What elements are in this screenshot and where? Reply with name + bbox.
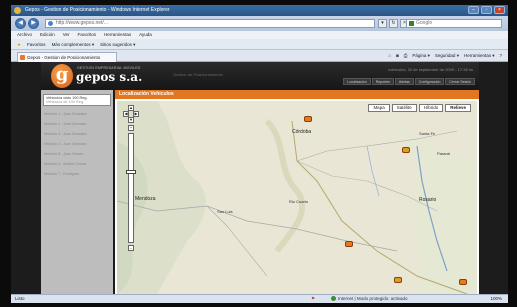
security-zone[interactable]: Internet | Modo protegido: activado	[331, 295, 407, 303]
forward-button[interactable]: ▶	[28, 18, 39, 29]
print-icon[interactable]: ⎙	[404, 51, 408, 61]
close-button[interactable]: ×	[494, 6, 505, 14]
menu-favoritos[interactable]: Favoritos	[78, 31, 97, 39]
header-date: miércoles, 30 de septiembre de 2009 - 17…	[388, 67, 473, 72]
home-icon[interactable]: ⌂	[388, 51, 391, 61]
page-content: g GESTION EMPRESARIAL MOVILES gepos s.a.…	[11, 62, 508, 294]
zoom-out-button[interactable]: –	[128, 245, 134, 251]
search-provider-icon	[409, 21, 414, 26]
favorites-star-icon: ★	[17, 42, 22, 47]
vehicle-list: Vehiculo 1 - Juan Gonzalez Vehiculo 2 - …	[44, 112, 110, 182]
browser-window: Gepos - Gestion de Posicionamiento - Win…	[11, 5, 508, 303]
vehicle-marker[interactable]	[304, 116, 312, 122]
map-panel: Localización Vehiculos Mapa Satélite Híb…	[115, 90, 479, 294]
list-item[interactable]: Vehiculo 4 - Juan Gonzalez	[44, 142, 110, 152]
command-bar: ⌂ ◙ ⎙ Página ▾ Seguridad ▾ Herramientas …	[388, 51, 502, 61]
favorites-item-sitios[interactable]: Sitios sugeridos ▾	[100, 39, 135, 49]
nav-alertas[interactable]: Alertas	[394, 78, 414, 85]
map-type-controls: Mapa Satélite Híbrido Relieve	[368, 104, 471, 112]
minimize-button[interactable]: –	[468, 6, 479, 14]
feeds-icon[interactable]: ◙	[396, 51, 399, 61]
map-type-mapa[interactable]: Mapa	[368, 104, 390, 112]
vehicle-marker[interactable]	[394, 277, 402, 283]
window-title: Gepos - Gestion de Posicionamiento - Win…	[25, 7, 170, 13]
list-item[interactable]: Vehiculo 7 - Rodriguez	[44, 172, 110, 182]
site-nav: Localización Reportes Alertas Configurac…	[343, 78, 475, 85]
nav-localizacion[interactable]: Localización	[343, 78, 371, 85]
pan-down-button[interactable]: ▼	[128, 117, 134, 123]
gepos-logo[interactable]: g	[51, 64, 73, 88]
city-label: Mendoza	[135, 196, 156, 202]
menu-edicion[interactable]: Edición	[40, 31, 55, 39]
logo-text: gepos s.a.	[76, 70, 143, 84]
cmd-pagina[interactable]: Página ▾	[412, 51, 430, 61]
map-title: Localización Vehiculos	[115, 90, 479, 99]
menu-ayuda[interactable]: Ayuda	[139, 31, 152, 39]
map-type-relieve[interactable]: Relieve	[445, 104, 471, 112]
map-type-satelite[interactable]: Satélite	[391, 104, 417, 112]
map-view[interactable]: Mapa Satélite Híbrido Relieve ▲ ◀ ▶ ▼ + …	[117, 101, 477, 294]
vehicle-marker[interactable]	[345, 241, 353, 247]
zoom-slider-thumb[interactable]	[126, 170, 136, 174]
city-label: Rio Cuarto	[289, 199, 309, 204]
vehicle-marker[interactable]	[402, 147, 410, 153]
status-text: Listo	[15, 296, 25, 301]
map-type-hibrido[interactable]: Híbrido	[418, 104, 444, 112]
tab-gepos[interactable]: Gepos - Gestion de Posicionamiento	[17, 52, 117, 62]
nav-reportes[interactable]: Reportes	[371, 78, 394, 85]
vehicle-sidebar: Vehiculos visto 100 Reg. Vehiculos de 10…	[41, 90, 113, 294]
zoom-in-button[interactable]: +	[128, 125, 134, 131]
list-item[interactable]: Vehiculo 2 - Jose Gonzalez	[44, 122, 110, 132]
warning-icon[interactable]: ⚑	[311, 295, 315, 303]
search-input[interactable]: Google	[406, 19, 502, 28]
city-label: Córdoba	[292, 129, 312, 135]
list-item[interactable]: Vehiculo 6 - Andres Gomez	[44, 162, 110, 172]
tab-bar: Gepos - Gestion de Posicionamiento ⌂ ◙ ⎙…	[11, 50, 508, 62]
city-label: Paraná	[437, 151, 450, 156]
favorites-item-complementos[interactable]: Más complementos ▾	[52, 39, 95, 49]
vehicle-marker[interactable]	[459, 279, 467, 285]
status-bar: Listo ⚑ Internet | Modo protegido: activ…	[11, 294, 508, 303]
window-titlebar: Gepos - Gestion de Posicionamiento - Win…	[11, 5, 508, 16]
vehicle-select[interactable]: Vehiculos visto 100 Reg. Vehiculos de 10…	[43, 94, 111, 106]
zoom-slider[interactable]	[128, 133, 134, 243]
zoom-level[interactable]: 100%	[490, 295, 502, 303]
city-label: Rosario	[419, 197, 437, 203]
help-icon[interactable]: ?	[499, 51, 502, 61]
list-item[interactable]: Vehiculo 3 - Juan Gonzalez	[44, 132, 110, 142]
maximize-button[interactable]: ▫	[481, 6, 492, 14]
ie-icon	[14, 7, 21, 14]
globe-icon	[331, 296, 336, 302]
favorites-bar: ★ Favoritos Más complementos ▾ Sitios su…	[11, 39, 508, 50]
refresh-icon[interactable]: ↻	[389, 19, 398, 28]
menu-archivo[interactable]: Archivo	[17, 31, 32, 39]
header-subtitle: Gestion de Posicionamiento	[173, 72, 223, 77]
nav-configuracion[interactable]: Configuración	[414, 78, 445, 85]
menu-bar: Archivo Edición Ver Favoritos Herramient…	[11, 31, 508, 39]
cmd-seguridad[interactable]: Seguridad ▾	[435, 51, 459, 61]
list-item[interactable]: Vehiculo 1 - Juan Gonzalez	[44, 112, 110, 122]
menu-ver[interactable]: Ver	[63, 31, 70, 39]
page-icon	[48, 21, 53, 26]
back-button[interactable]: ◀	[15, 18, 26, 29]
menu-herramientas[interactable]: Herramientas	[104, 31, 131, 39]
url-input[interactable]: http://www.gepos.net/...	[45, 19, 375, 28]
zoom-control: ▲ ◀ ▶ ▼ + –	[123, 105, 139, 255]
site-header: g GESTION EMPRESARIAL MOVILES gepos s.a.…	[41, 62, 479, 90]
city-label: San Luis	[217, 209, 233, 214]
nav-cerrar-sesion[interactable]: Cerrar Sesión	[445, 78, 475, 85]
cmd-herramientas[interactable]: Herramientas ▾	[464, 51, 495, 61]
favorites-button[interactable]: Favoritos	[27, 39, 46, 49]
site-favicon-icon	[20, 55, 25, 60]
address-bar: ◀ ▶ http://www.gepos.net/... ▾ ↻ × Googl…	[11, 16, 508, 31]
list-item[interactable]: Vehiculo 5 - Juan Gomez	[44, 152, 110, 162]
compat-icon[interactable]: ▾	[378, 19, 387, 28]
city-label: Santa Fe	[419, 131, 436, 136]
